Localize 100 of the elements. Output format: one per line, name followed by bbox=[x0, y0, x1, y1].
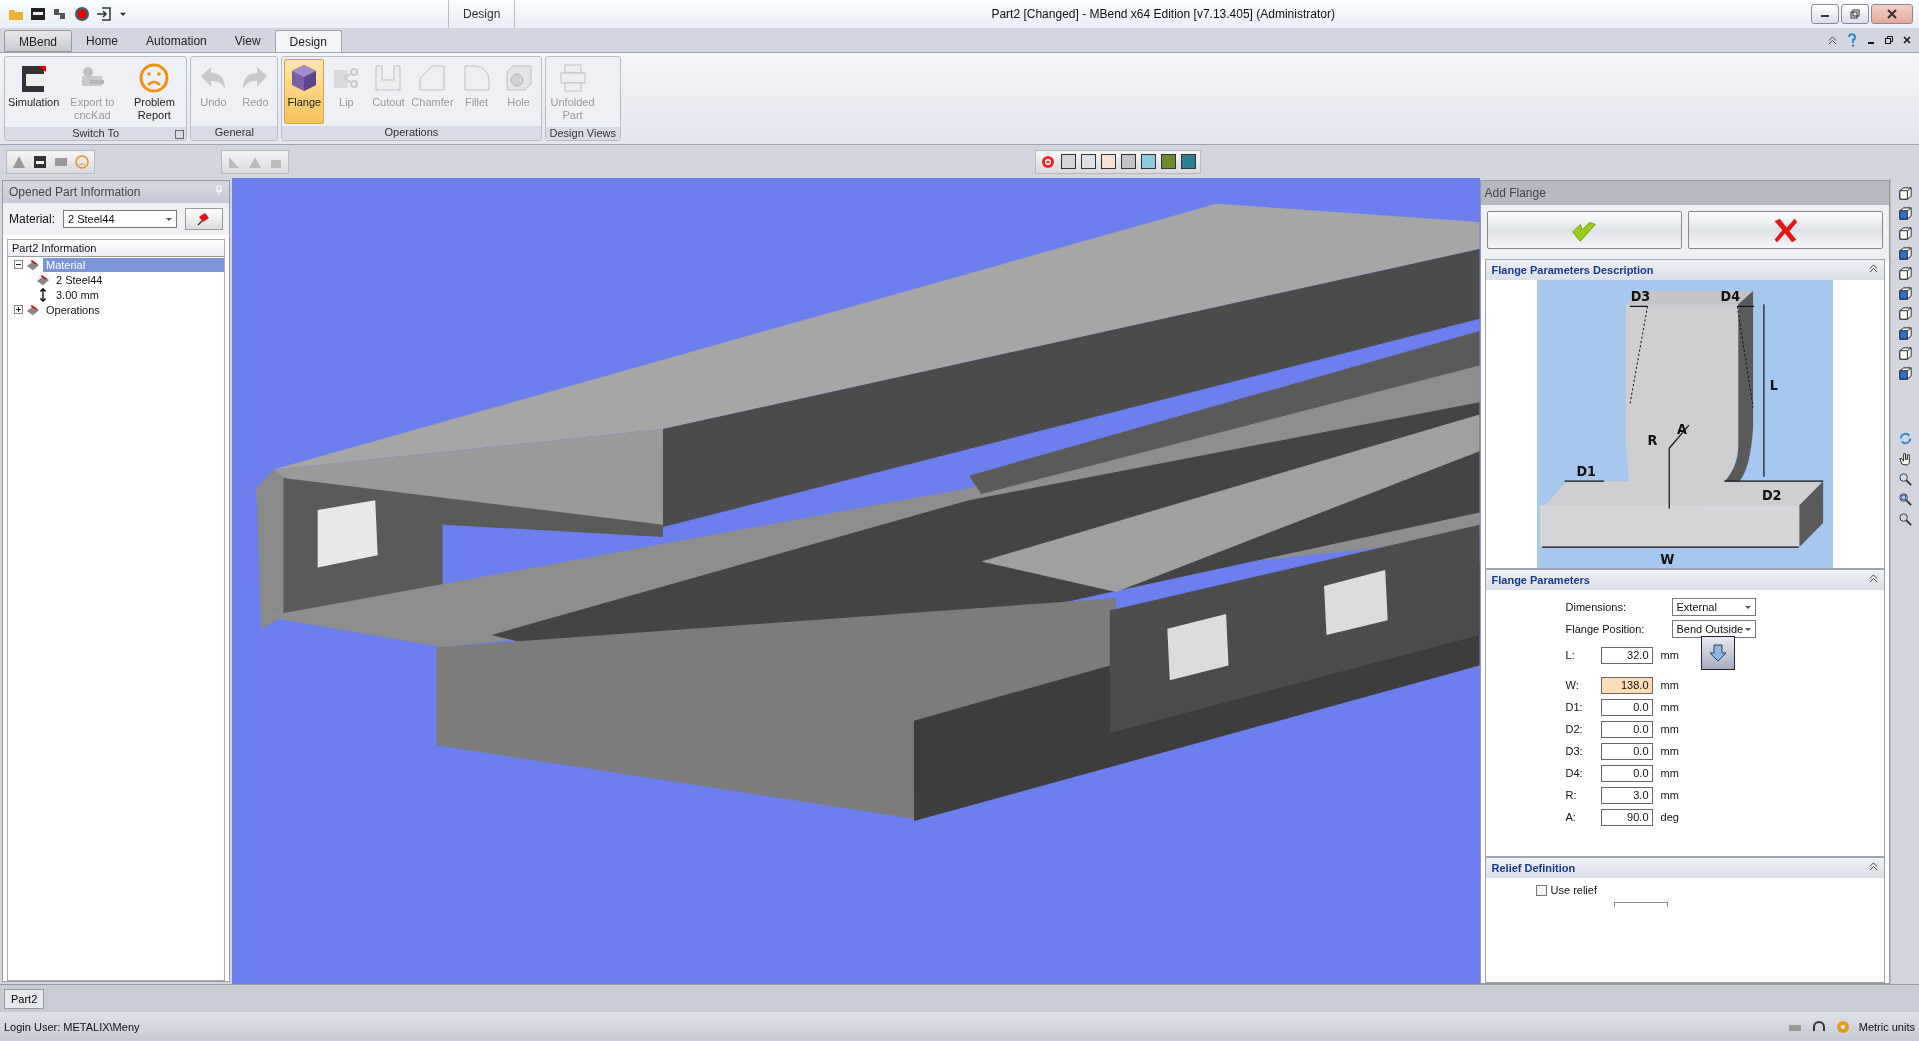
dimension-label: D2 bbox=[1761, 486, 1782, 503]
number-field[interactable]: 32.0 bbox=[1600, 646, 1653, 664]
operations-icon bbox=[26, 302, 40, 317]
view-cube-icon[interactable] bbox=[1897, 226, 1913, 241]
color-swatch[interactable] bbox=[1081, 154, 1096, 169]
number-field[interactable]: 0.0 bbox=[1600, 742, 1653, 760]
restore-icon bbox=[1850, 9, 1860, 19]
field-label: D1: bbox=[1564, 701, 1584, 713]
number-field[interactable]: 138.0 bbox=[1600, 676, 1653, 694]
view-cube-icon[interactable] bbox=[1897, 306, 1913, 321]
number-field[interactable]: 90.0 bbox=[1600, 808, 1653, 826]
document-tab[interactable]: Part2 bbox=[4, 988, 45, 1009]
down-arrow-button[interactable] bbox=[1700, 636, 1735, 670]
ribbon-tab[interactable]: Design bbox=[274, 30, 342, 52]
section-title: Relief Definition bbox=[1491, 862, 1576, 874]
group-caption: General bbox=[214, 126, 254, 138]
field-label: Dimensions: bbox=[1564, 601, 1628, 613]
view-cube-icon[interactable] bbox=[1897, 266, 1913, 281]
dimensions-select[interactable]: External bbox=[1671, 598, 1756, 616]
section-title: Flange Parameters bbox=[1491, 574, 1590, 586]
collapse-icon[interactable] bbox=[1869, 264, 1879, 273]
ribbon-button[interactable]: Simulation bbox=[7, 59, 61, 125]
close-icon bbox=[1887, 9, 1897, 19]
minimize-button[interactable] bbox=[1811, 4, 1839, 24]
field-label: R: bbox=[1564, 789, 1578, 801]
plus-icon[interactable] bbox=[14, 305, 23, 314]
view-cube-icon[interactable] bbox=[1897, 186, 1913, 201]
group-caption: Design Views bbox=[549, 127, 616, 139]
hand-icon[interactable] bbox=[1897, 451, 1913, 466]
dimension-label: L bbox=[1769, 376, 1778, 394]
view-cube-icon[interactable] bbox=[1897, 366, 1913, 381]
tool-icon[interactable] bbox=[52, 6, 68, 22]
record-icon[interactable] bbox=[74, 6, 90, 22]
checkbox-label: Use relief bbox=[1550, 884, 1597, 896]
number-field[interactable]: 0.0 bbox=[1600, 764, 1653, 782]
tree-item[interactable]: Operations bbox=[43, 302, 103, 317]
color-swatch[interactable] bbox=[1061, 154, 1076, 169]
number-field[interactable]: 0.0 bbox=[1600, 698, 1653, 716]
collapse-ribbon-icon[interactable] bbox=[1828, 35, 1837, 45]
restore-button[interactable] bbox=[1841, 4, 1869, 24]
zoom-fit-icon[interactable] bbox=[1897, 511, 1913, 526]
ribbon-button[interactable]: Flange bbox=[284, 59, 325, 124]
ribbon-tab[interactable]: Automation bbox=[132, 30, 221, 52]
dimension-label: D1 bbox=[1576, 462, 1596, 479]
color-swatch[interactable] bbox=[1121, 154, 1136, 169]
tree-header: Part2 Information bbox=[8, 240, 224, 257]
flange-position-select[interactable]: Bend Outside bbox=[1671, 620, 1756, 638]
tree-item[interactable]: 3.00 mm bbox=[53, 287, 102, 302]
view-cube-icon[interactable] bbox=[1897, 206, 1913, 221]
ribbon-tab[interactable]: View bbox=[220, 30, 275, 52]
collapse-icon[interactable] bbox=[1869, 862, 1879, 871]
field-label: D2: bbox=[1564, 723, 1584, 735]
view-cube-icon[interactable] bbox=[1897, 346, 1913, 361]
window-title: Part2 [Changed] - MBend x64 Edition [v7.13.405] (Administrator) bbox=[990, 7, 1336, 21]
close-button[interactable] bbox=[1871, 4, 1913, 24]
field-label: A: bbox=[1564, 811, 1577, 823]
machine-icon[interactable] bbox=[30, 6, 46, 22]
close-icon[interactable] bbox=[1903, 36, 1911, 44]
collapse-icon[interactable] bbox=[1869, 574, 1879, 583]
zoom-in-icon[interactable] bbox=[1897, 471, 1913, 486]
pushpin-button[interactable] bbox=[185, 208, 223, 230]
unit-label: mm bbox=[1660, 745, 1680, 757]
unit-label: deg bbox=[1660, 811, 1680, 823]
color-swatch[interactable] bbox=[1101, 154, 1116, 169]
material-icon bbox=[26, 257, 40, 272]
checkbox[interactable] bbox=[1535, 884, 1547, 896]
tree-item[interactable]: 2 Steel44 bbox=[53, 272, 106, 287]
color-swatch[interactable] bbox=[1161, 154, 1176, 169]
unit-label: mm bbox=[1660, 767, 1680, 779]
number-field[interactable]: 0.0 bbox=[1600, 720, 1653, 738]
dialog-launcher-icon[interactable] bbox=[175, 130, 185, 139]
machine-icon[interactable] bbox=[32, 153, 48, 170]
color-swatch[interactable] bbox=[1141, 154, 1156, 169]
dimension-label: A bbox=[1676, 420, 1687, 438]
record-icon[interactable] bbox=[1040, 153, 1056, 170]
help-icon[interactable] bbox=[1847, 33, 1857, 47]
unit-label: mm bbox=[1660, 701, 1680, 713]
view-cube-icon[interactable] bbox=[1897, 326, 1913, 341]
zoom-window-icon[interactable] bbox=[1897, 491, 1913, 506]
ribbon-tab[interactable]: MBend bbox=[4, 30, 73, 52]
restore-icon[interactable] bbox=[1885, 36, 1893, 44]
field-label: W: bbox=[1564, 679, 1580, 691]
view-cube-icon[interactable] bbox=[1897, 286, 1913, 301]
rotate-icon[interactable] bbox=[1897, 431, 1913, 446]
ribbon-tab[interactable]: Home bbox=[72, 30, 133, 52]
minus-icon[interactable] bbox=[14, 260, 23, 269]
group-caption: Operations bbox=[384, 126, 439, 138]
material-icon bbox=[36, 272, 50, 287]
cancel-button[interactable] bbox=[1687, 211, 1884, 249]
frown-face-icon bbox=[138, 62, 171, 94]
ribbon-button[interactable]: Problem Report bbox=[124, 59, 185, 125]
ok-button[interactable] bbox=[1486, 211, 1682, 249]
material-select[interactable]: 2 Steel44 bbox=[63, 210, 178, 228]
group-caption: Switch To bbox=[72, 127, 120, 139]
view-cube-icon[interactable] bbox=[1897, 246, 1913, 261]
dimension-label: D4 bbox=[1720, 287, 1740, 305]
field-label: L: bbox=[1564, 649, 1576, 661]
color-swatch[interactable] bbox=[1181, 154, 1196, 169]
exit-icon[interactable] bbox=[96, 6, 112, 22]
number-field[interactable]: 3.0 bbox=[1600, 786, 1653, 804]
